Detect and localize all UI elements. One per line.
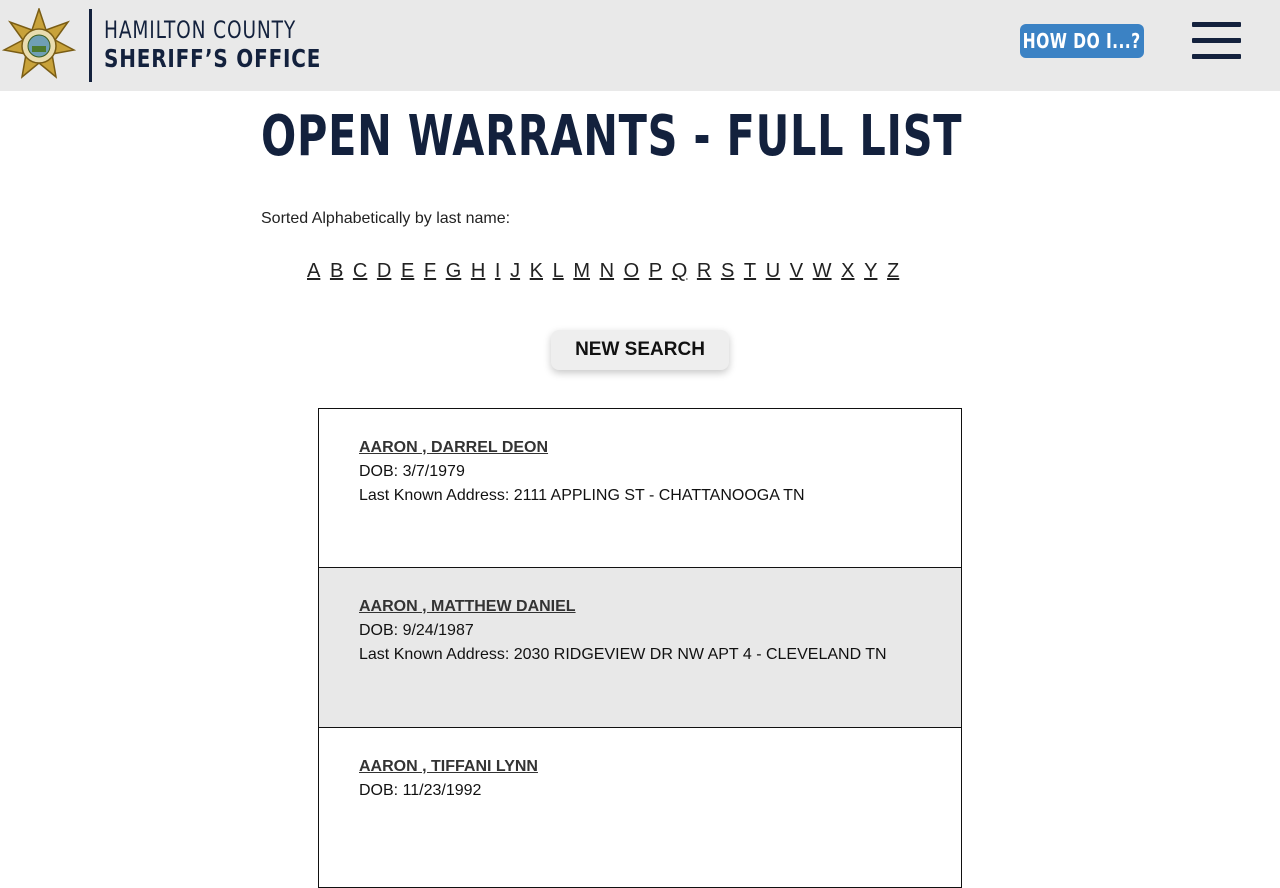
new-search-button[interactable]: NEW SEARCH	[551, 330, 729, 370]
letter-link-d[interactable]: D	[377, 260, 391, 283]
letter-link-z[interactable]: Z	[887, 260, 899, 283]
letter-link-f[interactable]: F	[424, 260, 436, 283]
warrant-address: Last Known Address: 2111 APPLING ST - CH…	[359, 487, 805, 504]
letter-link-b[interactable]: B	[330, 260, 343, 283]
warrant-dob: DOB: 11/23/1992	[359, 782, 482, 799]
site-header: HAMILTON COUNTY SHERIFF’S OFFICE HOW DO …	[0, 0, 1280, 91]
letter-link-k[interactable]: K	[530, 260, 543, 283]
letter-link-w[interactable]: W	[813, 260, 832, 283]
letter-link-x[interactable]: X	[841, 260, 854, 283]
letter-link-o[interactable]: O	[624, 260, 640, 283]
brand-divider	[89, 9, 92, 82]
letter-link-t[interactable]: T	[744, 260, 756, 283]
warrant-name-link[interactable]: AARON , DARREL DEON	[359, 436, 961, 460]
brand-county[interactable]: HAMILTON COUNTY	[104, 16, 296, 44]
alphabet-nav: A B C D E F G H I J K L M N O P Q R S T …	[307, 260, 977, 283]
letter-link-v[interactable]: V	[790, 260, 803, 283]
sheriff-star-badge-icon[interactable]	[2, 8, 76, 82]
letter-link-r[interactable]: R	[697, 260, 711, 283]
warrant-record: AARON , MATTHEW DANIEL DOB: 9/24/1987 La…	[318, 568, 962, 728]
letter-link-i[interactable]: I	[495, 260, 501, 283]
letter-link-p[interactable]: P	[649, 260, 662, 283]
letter-link-h[interactable]: H	[471, 260, 485, 283]
letter-link-m[interactable]: M	[573, 260, 590, 283]
warrant-dob: DOB: 9/24/1987	[359, 622, 474, 639]
how-do-i-label: HOW DO I...?	[1023, 29, 1141, 53]
letter-link-a[interactable]: A	[307, 260, 320, 283]
letter-link-e[interactable]: E	[401, 260, 414, 283]
letter-link-y[interactable]: Y	[864, 260, 877, 283]
letter-link-q[interactable]: Q	[672, 260, 688, 283]
warrant-record: AARON , TIFFANI LYNN DOB: 11/23/1992	[318, 728, 962, 888]
warrant-name-link[interactable]: AARON , MATTHEW DANIEL	[359, 595, 961, 619]
brand-office[interactable]: SHERIFF’S OFFICE	[104, 44, 321, 73]
sort-label: Sorted Alphabetically by last name:	[261, 210, 511, 227]
how-do-i-button[interactable]: HOW DO I...?	[1020, 24, 1144, 58]
hamburger-menu-icon[interactable]	[1192, 22, 1241, 60]
page-title: OPEN WARRANTS - FULL LIST	[261, 104, 963, 169]
warrant-dob: DOB: 3/7/1979	[359, 463, 465, 480]
warrant-name-link[interactable]: AARON , TIFFANI LYNN	[359, 755, 961, 779]
warrant-address: Last Known Address: 2030 RIDGEVIEW DR NW…	[359, 646, 887, 663]
letter-link-l[interactable]: L	[553, 260, 564, 283]
letter-link-c[interactable]: C	[353, 260, 367, 283]
letter-link-j[interactable]: J	[510, 260, 520, 283]
letter-link-s[interactable]: S	[721, 260, 734, 283]
warrant-record: AARON , DARREL DEON DOB: 3/7/1979 Last K…	[318, 408, 962, 568]
warrant-list: AARON , DARREL DEON DOB: 3/7/1979 Last K…	[318, 408, 962, 888]
letter-link-u[interactable]: U	[766, 260, 780, 283]
letter-link-n[interactable]: N	[600, 260, 614, 283]
letter-link-g[interactable]: G	[446, 260, 462, 283]
